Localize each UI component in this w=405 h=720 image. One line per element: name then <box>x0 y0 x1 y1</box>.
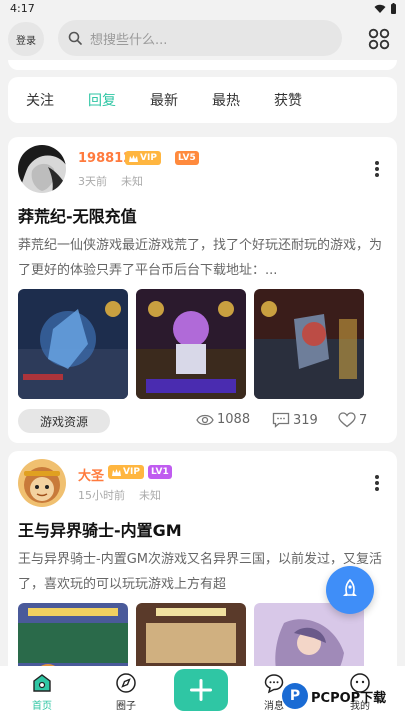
post-title[interactable]: 王与异界骑士-内置GM <box>18 517 182 541</box>
tab-latest[interactable]: 最新 <box>150 90 212 110</box>
search-placeholder: 想搜些什么... <box>90 32 168 48</box>
level-badge: LV1 <box>148 465 172 479</box>
login-button[interactable]: 登录 <box>8 22 44 56</box>
views-count: 1088 <box>196 412 250 427</box>
battery-icon <box>391 3 396 14</box>
level-badge: LV5 <box>175 151 199 165</box>
compass-icon <box>116 673 136 693</box>
post-images <box>18 289 364 399</box>
nav-home-label: 首页 <box>32 701 52 712</box>
home-icon <box>33 674 51 692</box>
wifi-icon <box>374 4 386 13</box>
top-header: 登录 想搜些什么... <box>0 18 405 60</box>
nav-circle[interactable]: 圈子 <box>96 672 156 712</box>
post-excerpt[interactable]: 莽荒纪一仙侠游戏最近游戏荒了，找了个好玩还耐玩的游戏，为了更好的体验只弄了平台币… <box>18 233 384 283</box>
search-icon <box>68 31 82 45</box>
comment-icon <box>272 412 290 428</box>
post-time: 15小时前 <box>78 489 125 502</box>
post-image[interactable] <box>18 289 128 399</box>
heart-icon <box>338 412 356 428</box>
post-location: 未知 <box>139 489 161 502</box>
post-title[interactable]: 莽荒纪-无限充值 <box>18 203 137 227</box>
crown-icon <box>112 468 121 476</box>
post-card[interactable]: 198812 VIP LV5 3天前 未知 莽荒纪-无限充值 莽荒纪一仙侠游戏最近… <box>8 137 397 443</box>
category-button[interactable] <box>364 24 394 54</box>
status-time: 4:17 <box>10 2 35 15</box>
post-time: 3天前 <box>78 175 107 188</box>
post-meta: 15小时前 未知 <box>78 487 161 503</box>
post-card[interactable]: 大圣 VIP LV1 15小时前 未知 王与异界骑士-内置GM 王与异界骑士-内置… <box>8 451 397 681</box>
vip-badge: VIP <box>108 465 144 479</box>
plus-icon <box>190 679 212 701</box>
eye-icon <box>196 414 214 425</box>
status-bar: 4:17 <box>0 0 405 18</box>
nav-circle-label: 圈子 <box>116 701 136 712</box>
avatar[interactable] <box>18 459 66 507</box>
post-image[interactable] <box>254 289 364 399</box>
vip-badge: VIP <box>125 151 161 165</box>
quick-top-button[interactable] <box>326 566 374 614</box>
post-tag[interactable]: 游戏资源 <box>18 409 110 433</box>
banner-bottom-edge <box>8 60 397 70</box>
publish-button[interactable] <box>174 669 228 711</box>
search-bar[interactable]: 想搜些什么... <box>58 20 342 56</box>
more-options-icon[interactable] <box>375 161 379 177</box>
post-image[interactable] <box>136 289 246 399</box>
grid-icon <box>368 28 390 50</box>
tab-reply[interactable]: 回复 <box>88 90 150 110</box>
comments-count[interactable]: 319 <box>272 412 318 428</box>
avatar[interactable] <box>18 145 66 193</box>
system-icons <box>374 3 397 14</box>
rocket-icon <box>343 579 357 596</box>
crown-icon <box>129 154 138 162</box>
more-options-icon[interactable] <box>375 475 379 491</box>
tab-hottest[interactable]: 最热 <box>212 90 274 110</box>
post-meta: 3天前 未知 <box>78 173 143 189</box>
watermark-text: PCPOP下载 <box>311 690 387 706</box>
username[interactable]: 大圣 <box>78 465 104 484</box>
likes-count[interactable]: 7 <box>338 412 367 428</box>
watermark-logo-icon: P <box>282 683 308 709</box>
tab-follow[interactable]: 关注 <box>26 90 88 110</box>
nav-home[interactable]: 首页 <box>12 672 72 712</box>
nav-messages-label: 消息 <box>264 701 284 712</box>
watermark: P PCPOP下载 <box>282 683 386 709</box>
filter-tabs: 关注 回复 最新 最热 获赞 <box>8 77 397 123</box>
tab-liked[interactable]: 获赞 <box>274 90 336 110</box>
post-location: 未知 <box>121 175 143 188</box>
